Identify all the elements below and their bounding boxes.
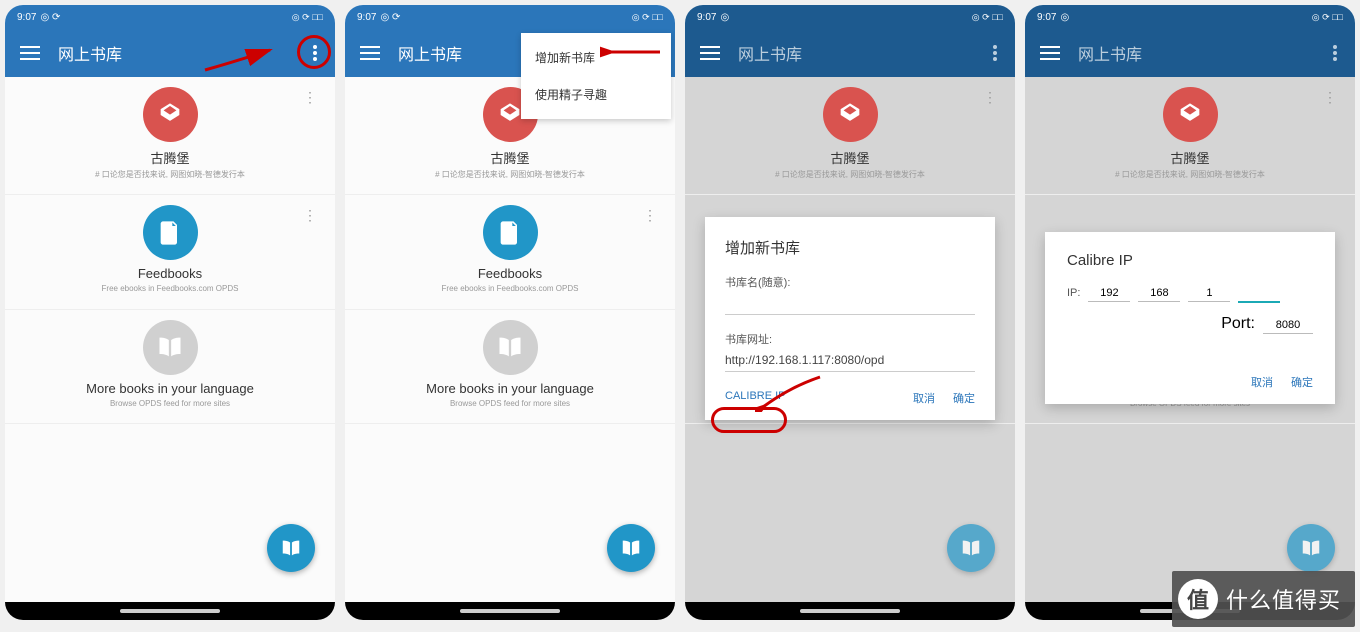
- menu-item-add[interactable]: 增加新书库: [521, 39, 671, 76]
- ip-octet-3[interactable]: [1188, 285, 1230, 302]
- card-sub: Browse OPDS feed for more sites: [110, 399, 230, 409]
- calibre-ip-button[interactable]: CALIBRE IP: [725, 390, 786, 406]
- content-area: 古腾堡 # 口论您是否找来说, 网图如晓-智德发行本 ⋮ Feedbooks F…: [345, 77, 675, 602]
- calibre-ip-dialog: Calibre IP IP: Port: 取消 确定: [1045, 232, 1335, 404]
- status-bar: 9:07◎ ⟳ ◎ ⟳ □□: [345, 5, 675, 29]
- library-card-feedbooks[interactable]: Feedbooks Free ebooks in Feedbooks.com O…: [345, 195, 675, 309]
- card-menu-icon[interactable]: ⋮: [643, 207, 657, 224]
- status-time: 9:07: [17, 12, 36, 23]
- more-icon[interactable]: [313, 45, 317, 61]
- gutenberg-icon: [823, 87, 878, 142]
- port-input[interactable]: [1263, 317, 1313, 334]
- menu-icon[interactable]: [360, 46, 380, 60]
- ok-button[interactable]: 确定: [953, 390, 975, 406]
- fab-button[interactable]: [267, 524, 315, 572]
- phone-screen-2: 9:07◎ ⟳ ◎ ⟳ □□ 网上书库 古腾堡 # 口论您是否找来说, 网图如晓…: [345, 5, 675, 620]
- status-icons: ◎ ⟳ □□: [292, 12, 323, 23]
- phone-screen-1: 9:07◎ ⟳ ◎ ⟳ □□ 网上书库 古腾堡 # 口论您是否找来说, 网图如晓…: [5, 5, 335, 620]
- library-card-feedbooks[interactable]: Feedbooks Free ebooks in Feedbooks.com O…: [5, 195, 335, 309]
- name-label: 书库名(随意):: [725, 274, 975, 290]
- more-icon[interactable]: [993, 45, 997, 61]
- card-title: More books in your language: [86, 381, 254, 396]
- nav-bar: [5, 602, 335, 620]
- content-area: 古腾堡 # 口论您是否找来说, 网图如晓-智德发行本 ⋮ Feedbooks F…: [5, 77, 335, 602]
- content-area: 古腾堡 # 口论您是否找来说, 网图如晓-智德发行本 ⋮ xx More boo…: [1025, 77, 1355, 602]
- menu-icon[interactable]: [20, 46, 40, 60]
- nav-bar: [345, 602, 675, 620]
- more-icon[interactable]: [1333, 45, 1337, 61]
- card-title: 古腾堡: [150, 148, 189, 167]
- watermark: 值 什么值得买: [1172, 571, 1355, 627]
- phone-screen-4: 9:07◎ ◎ ⟳ □□ 网上书库 古腾堡 # 口论您是否找来说, 网图如晓-智…: [1025, 5, 1355, 620]
- menu-item-torrent[interactable]: 使用精子寻趣: [521, 76, 671, 113]
- status-bar: 9:07◎ ◎ ⟳ □□: [685, 5, 1015, 29]
- ip-octet-2[interactable]: [1138, 285, 1180, 302]
- gutenberg-icon: [1163, 87, 1218, 142]
- app-bar: 网上书库: [685, 29, 1015, 77]
- fab-button: [1287, 524, 1335, 572]
- card-menu-icon: ⋮: [983, 89, 997, 106]
- app-bar: 网上书库: [1025, 29, 1355, 77]
- card-sub: Free ebooks in Feedbooks.com OPDS: [102, 284, 239, 294]
- dialog-title: Calibre IP: [1067, 252, 1313, 269]
- card-sub: # 口论您是否找来说, 网图如晓-智德发行本: [95, 170, 245, 180]
- library-card-more[interactable]: More books in your language Browse OPDS …: [345, 310, 675, 424]
- cancel-button[interactable]: 取消: [1251, 374, 1273, 390]
- feedbooks-icon: [483, 205, 538, 260]
- status-bar: 9:07◎ ⟳ ◎ ⟳ □□: [5, 5, 335, 29]
- gutenberg-icon: [143, 87, 198, 142]
- library-name-input[interactable]: [725, 292, 975, 315]
- menu-icon[interactable]: [1040, 46, 1060, 60]
- cancel-button[interactable]: 取消: [913, 390, 935, 406]
- ip-label: IP:: [1067, 287, 1080, 299]
- content-area: 古腾堡 # 口论您是否找来说, 网图如晓-智德发行本 ⋮ xx More boo…: [685, 77, 1015, 602]
- card-menu-icon[interactable]: ⋮: [303, 89, 317, 106]
- port-label: Port:: [1221, 315, 1255, 333]
- ip-octet-1[interactable]: [1088, 285, 1130, 302]
- library-card-gutenberg: 古腾堡 # 口论您是否找来说, 网图如晓-智德发行本 ⋮: [1025, 77, 1355, 195]
- ok-button[interactable]: 确定: [1291, 374, 1313, 390]
- add-library-dialog: 增加新书库 书库名(随意): 书库网址: CALIBRE IP 取消 确定: [705, 217, 995, 420]
- card-menu-icon: ⋮: [1323, 89, 1337, 106]
- nav-bar: [685, 602, 1015, 620]
- library-url-input[interactable]: [725, 349, 975, 372]
- ip-octet-4[interactable]: [1238, 285, 1280, 303]
- library-card-gutenberg: 古腾堡 # 口论您是否找来说, 网图如晓-智德发行本 ⋮: [685, 77, 1015, 195]
- overflow-menu: 增加新书库 使用精子寻趣: [521, 33, 671, 119]
- menu-icon[interactable]: [700, 46, 720, 60]
- watermark-text: 什么值得买: [1226, 583, 1341, 615]
- url-label: 书库网址:: [725, 331, 975, 347]
- app-title: 网上书库: [58, 41, 320, 65]
- fab-button[interactable]: [607, 524, 655, 572]
- app-bar: 网上书库: [5, 29, 335, 77]
- feedbooks-icon: [143, 205, 198, 260]
- book-icon: [143, 320, 198, 375]
- fab-button: [947, 524, 995, 572]
- library-card-more[interactable]: More books in your language Browse OPDS …: [5, 310, 335, 424]
- phone-screen-3: 9:07◎ ◎ ⟳ □□ 网上书库 古腾堡 # 口论您是否找来说, 网图如晓-智…: [685, 5, 1015, 620]
- book-icon: [483, 320, 538, 375]
- status-bar: 9:07◎ ◎ ⟳ □□: [1025, 5, 1355, 29]
- card-title: Feedbooks: [138, 266, 202, 281]
- library-card-gutenberg[interactable]: 古腾堡 # 口论您是否找来说, 网图如晓-智德发行本 ⋮: [5, 77, 335, 195]
- card-menu-icon[interactable]: ⋮: [303, 207, 317, 224]
- dialog-title: 增加新书库: [725, 237, 975, 258]
- watermark-icon: 值: [1178, 579, 1218, 619]
